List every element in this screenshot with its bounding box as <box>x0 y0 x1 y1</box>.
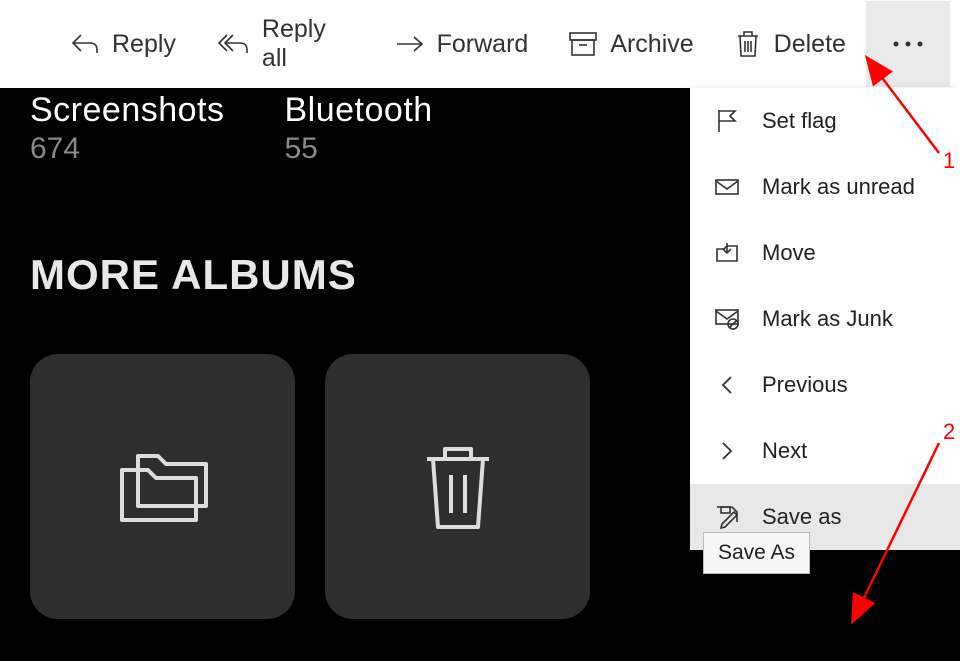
annotation-label-1: 1 <box>943 148 955 174</box>
menu-item-label: Next <box>762 438 807 464</box>
menu-item-label: Mark as unread <box>762 174 915 200</box>
folders-icon <box>108 442 218 532</box>
menu-set-flag[interactable]: Set flag <box>690 88 960 154</box>
annotation-label-2: 2 <box>943 419 955 445</box>
reply-all-icon <box>216 32 250 56</box>
reply-all-label: Reply all <box>262 15 355 73</box>
menu-move[interactable]: Move <box>690 220 960 286</box>
save-as-icon <box>714 504 740 530</box>
archive-button[interactable]: Archive <box>548 16 713 73</box>
save-as-tooltip: Save As <box>703 532 810 574</box>
archive-label: Archive <box>610 30 693 59</box>
menu-previous[interactable]: Previous <box>690 352 960 418</box>
more-icon <box>889 39 927 49</box>
reply-button[interactable]: Reply <box>50 16 196 73</box>
menu-item-label: Mark as Junk <box>762 306 893 332</box>
more-actions-menu: Set flag Mark as unread Move <box>690 88 960 550</box>
album-tile-trash[interactable] <box>325 354 590 619</box>
menu-item-label: Move <box>762 240 816 266</box>
reply-all-button[interactable]: Reply all <box>196 1 375 87</box>
more-albums-title: MORE ALBUMS <box>30 251 357 299</box>
album-item[interactable]: Screenshots 674 <box>30 91 225 166</box>
reply-icon <box>70 32 100 56</box>
toolbar: Reply Reply all Forward Ar <box>0 0 960 88</box>
delete-button[interactable]: Delete <box>714 15 866 73</box>
reply-label: Reply <box>112 30 176 59</box>
album-tile-folders[interactable] <box>30 354 295 619</box>
delete-icon <box>734 29 762 59</box>
chevron-left-icon <box>714 374 740 396</box>
menu-mark-unread[interactable]: Mark as unread <box>690 154 960 220</box>
album-title: Bluetooth <box>285 91 433 130</box>
flag-icon <box>714 108 740 134</box>
menu-item-label: Previous <box>762 372 848 398</box>
move-icon <box>714 241 740 265</box>
album-count: 674 <box>30 132 225 166</box>
forward-icon <box>395 34 425 54</box>
forward-label: Forward <box>437 30 529 59</box>
more-actions-button[interactable] <box>866 1 950 87</box>
junk-icon <box>714 308 740 330</box>
album-count: 55 <box>285 132 433 166</box>
menu-item-label: Save as <box>762 504 842 530</box>
envelope-icon <box>714 177 740 197</box>
album-title: Screenshots <box>30 91 225 130</box>
trash-icon <box>413 437 503 537</box>
menu-next[interactable]: Next <box>690 418 960 484</box>
archive-icon <box>568 31 598 57</box>
menu-item-label: Set flag <box>762 108 837 134</box>
menu-mark-junk[interactable]: Mark as Junk <box>690 286 960 352</box>
delete-label: Delete <box>774 30 846 59</box>
chevron-right-icon <box>714 440 740 462</box>
album-item[interactable]: Bluetooth 55 <box>285 91 433 166</box>
forward-button[interactable]: Forward <box>375 16 549 73</box>
